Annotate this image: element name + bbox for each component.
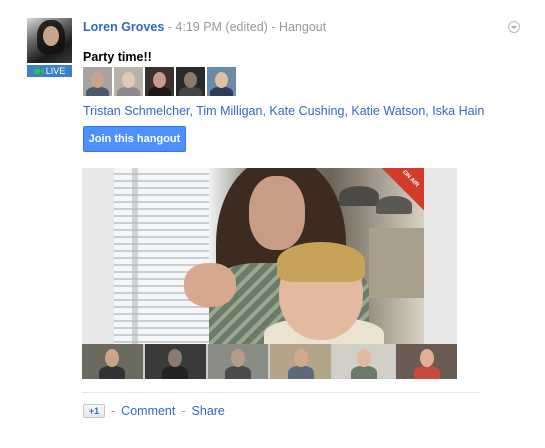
filmstrip-video-tile[interactable] bbox=[144, 344, 206, 379]
filmstrip-video-tile[interactable] bbox=[396, 344, 457, 379]
author-name[interactable]: Loren Groves bbox=[83, 20, 164, 34]
on-air-label: ON AIR bbox=[401, 169, 421, 189]
child-fist bbox=[184, 263, 236, 307]
action-separator: - bbox=[181, 404, 186, 418]
filmstrip-video-tile[interactable] bbox=[270, 344, 332, 379]
kitchen-shelf bbox=[369, 228, 424, 298]
main-video-feed[interactable]: ON AIR bbox=[114, 168, 424, 344]
pendant-lamp bbox=[339, 186, 379, 206]
comment-link[interactable]: Comment bbox=[121, 404, 175, 418]
tile-body bbox=[99, 366, 126, 379]
filmstrip-video-tile[interactable] bbox=[82, 344, 143, 379]
tile-head bbox=[231, 349, 246, 367]
post-header: Loren Groves - 4:19 PM (edited) - Hangou… bbox=[83, 20, 326, 34]
filmstrip-video-tile[interactable] bbox=[333, 344, 395, 379]
tile-body bbox=[413, 366, 440, 379]
tile-body bbox=[225, 366, 252, 379]
participant-avatar[interactable] bbox=[176, 67, 205, 96]
tile-body bbox=[162, 366, 189, 379]
post-type: Hangout bbox=[278, 20, 327, 34]
avatar-head bbox=[122, 72, 135, 88]
post-actions: +1 - Comment - Share bbox=[83, 404, 225, 418]
window-blinds bbox=[114, 168, 209, 344]
participant-avatar[interactable] bbox=[207, 67, 236, 96]
participant-names[interactable]: Tristan Schmelcher, Tim Milligan, Kate C… bbox=[83, 104, 484, 118]
tile-head bbox=[356, 349, 371, 367]
avatar-body bbox=[117, 87, 140, 96]
action-separator: - bbox=[111, 404, 116, 418]
participant-thumbnails bbox=[83, 67, 236, 96]
avatar-body bbox=[179, 87, 202, 96]
live-badge: LIVE bbox=[27, 65, 72, 77]
video-camera-icon bbox=[33, 67, 44, 75]
join-hangout-button[interactable]: Join this hangout bbox=[83, 126, 186, 152]
tile-head bbox=[168, 349, 183, 367]
participant-avatar[interactable] bbox=[83, 67, 112, 96]
participant-avatar[interactable] bbox=[114, 67, 143, 96]
divider bbox=[82, 392, 480, 393]
avatar-body bbox=[210, 87, 233, 96]
post-timestamp[interactable]: 4:19 PM (edited) bbox=[175, 20, 267, 34]
woman-face bbox=[249, 176, 305, 250]
avatar-face bbox=[43, 26, 59, 46]
participant-avatar[interactable] bbox=[145, 67, 174, 96]
tile-body bbox=[287, 366, 314, 379]
on-air-ribbon: ON AIR bbox=[382, 168, 424, 210]
meta-separator: - bbox=[271, 20, 279, 34]
blind-cord bbox=[132, 168, 138, 344]
avatar-head bbox=[91, 72, 104, 88]
child-hair bbox=[277, 242, 365, 282]
avatar-head bbox=[184, 72, 197, 88]
share-link[interactable]: Share bbox=[192, 404, 225, 418]
tile-head bbox=[419, 349, 434, 367]
avatar-head bbox=[153, 72, 166, 88]
participant-filmstrip bbox=[82, 344, 457, 379]
post-text: Party time!! bbox=[83, 50, 152, 64]
avatar-body bbox=[148, 87, 171, 96]
avatar-body bbox=[86, 87, 109, 96]
tile-body bbox=[350, 366, 377, 379]
live-badge-label: LIVE bbox=[45, 66, 66, 76]
tile-head bbox=[293, 349, 308, 367]
post-menu-chevron-down-icon[interactable] bbox=[508, 21, 520, 33]
tile-head bbox=[105, 349, 120, 367]
author-avatar[interactable] bbox=[27, 18, 72, 63]
hangout-video[interactable]: ON AIR bbox=[82, 168, 457, 344]
plus-one-button[interactable]: +1 bbox=[83, 404, 105, 418]
avatar-head bbox=[215, 72, 228, 88]
filmstrip-video-tile[interactable] bbox=[207, 344, 269, 379]
